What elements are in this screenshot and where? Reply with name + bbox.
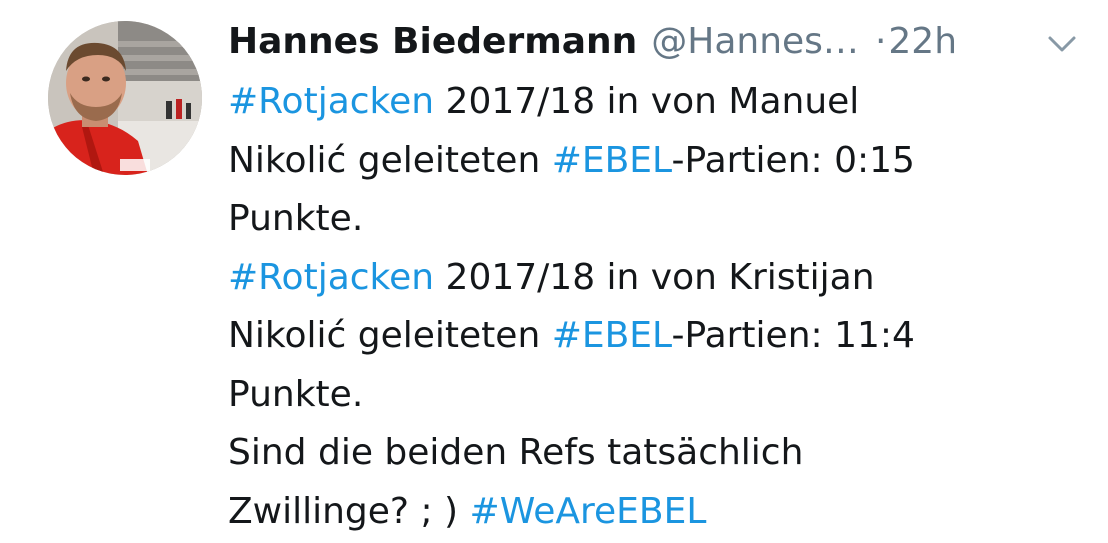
- tweet-text-segment: Punkte.: [228, 198, 364, 239]
- tweet-text-segment: 2017/18 in von Manuel: [434, 81, 860, 122]
- tweet-line: Nikolić geleiteten #EBEL-Partien: 0:15: [228, 132, 1088, 191]
- tweet-line: #Rotjacken 2017/18 in von Kristijan: [228, 249, 1088, 308]
- tweet-line: Nikolić geleiteten #EBEL-Partien: 11:4: [228, 307, 1088, 366]
- tweet-line: Sind die beiden Refs tatsächlich: [228, 424, 1088, 483]
- hashtag-link[interactable]: #EBEL: [552, 315, 672, 356]
- tweet-line: Punkte.: [228, 190, 1088, 249]
- tweet-line: Punkte.: [228, 366, 1088, 425]
- tweet-header: Hannes Biedermann @Hannes… · 22h: [228, 14, 957, 70]
- tweet-text-segment: Nikolić geleiteten: [228, 139, 552, 181]
- chevron-down-icon[interactable]: [1042, 28, 1082, 58]
- author-name[interactable]: Hannes Biedermann: [228, 14, 637, 70]
- tweet[interactable]: Hannes Biedermann @Hannes… · 22h #Rotjac…: [0, 0, 1108, 543]
- separator-dot: ·: [874, 21, 887, 62]
- tweet-text-segment: -Partien: 0:15: [671, 139, 915, 181]
- tweet-line: #Rotjacken 2017/18 in von Manuel: [228, 73, 1088, 132]
- timestamp[interactable]: 22h: [888, 14, 957, 70]
- tweet-text-segment: Nikolić geleiteten: [228, 315, 552, 356]
- hashtag-link[interactable]: #Rotjacken: [228, 81, 434, 122]
- hashtag-link[interactable]: #WeAreEBEL: [470, 491, 707, 532]
- tweet-text: #Rotjacken 2017/18 in von Manuel Nikolić…: [228, 73, 1088, 541]
- tweet-text-segment: Punkte.: [228, 373, 364, 415]
- avatar[interactable]: [48, 21, 202, 175]
- author-handle[interactable]: @Hannes…: [651, 14, 859, 70]
- tweet-text-segment: Sind die beiden Refs tatsächlich: [228, 432, 804, 473]
- hashtag-link[interactable]: #EBEL: [552, 140, 672, 181]
- avatar-photo: [48, 21, 202, 175]
- tweet-text-segment: -Partien: 11:4: [671, 315, 915, 356]
- tweet-line: Zwillinge? ; ) #WeAreEBEL: [228, 483, 1088, 542]
- tweet-text-segment: 2017/18 in von Kristijan: [434, 256, 875, 298]
- tweet-text-segment: Zwillinge? ; ): [228, 490, 470, 532]
- hashtag-link[interactable]: #Rotjacken: [228, 257, 434, 298]
